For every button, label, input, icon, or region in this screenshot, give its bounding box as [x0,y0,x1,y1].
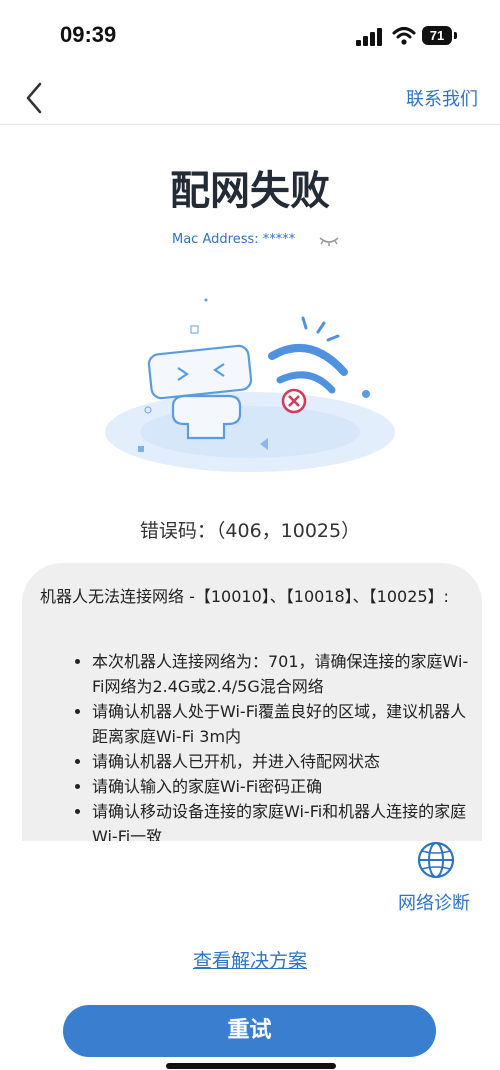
troubleshooting-list: 本次机器人连接网络为：701，请确保连接的家庭Wi-Fi网络为2.4G或2.4/… [72,649,477,841]
wifi-status-icon [392,27,416,45]
page-title: 配网失败 [170,168,330,214]
mac-address-row: Mac Address: ***** [0,232,500,252]
eye-closed-icon[interactable] [318,234,340,248]
battery-tip [454,32,457,39]
troubleshooting-card[interactable]: 机器人无法连接网络 -【10010】、【10018】、【10025】: 本次机器… [22,563,482,841]
battery-indicator: 71 [422,26,458,46]
nav-bar: 联系我们 [0,70,500,125]
status-time: 09:39 [60,22,117,47]
retry-button[interactable]: 重试 [63,1005,436,1057]
view-solution-link[interactable]: 查看解决方案 [0,946,500,973]
contact-us-link[interactable]: 联系我们 [406,85,478,111]
list-item: 本次机器人连接网络为：701，请确保连接的家庭Wi-Fi网络为2.4G或2.4/… [92,649,477,699]
list-item: 请确认机器人已开机，并进入待配网状态 [92,749,477,774]
cellular-signal-icon [356,28,382,46]
error-code: 错误码：（406，10025） [139,520,361,542]
battery-level: 71 [429,28,445,43]
connection-failed-illustration [105,298,395,472]
troubleshooting-header: 机器人无法连接网络 -【10010】、【10018】、【10025】: [40,587,449,606]
status-bar: 09:39 71 [0,0,500,70]
network-diagnose-button[interactable]: 网络诊断 [398,889,470,915]
globe-icon[interactable] [416,840,456,880]
home-indicator[interactable] [166,1063,336,1069]
list-item: 请确认移动设备连接的家庭Wi-Fi和机器人连接的家庭Wi-Fi一致 [92,799,477,841]
mac-address-text: Mac Address: ***** [172,232,296,247]
chevron-left-icon[interactable] [18,78,54,118]
list-item: 请确认机器人处于Wi-Fi覆盖良好的区域，建议机器人距离家庭Wi-Fi 3m内 [92,699,477,749]
list-item: 请确认输入的家庭Wi-Fi密码正确 [92,774,477,799]
